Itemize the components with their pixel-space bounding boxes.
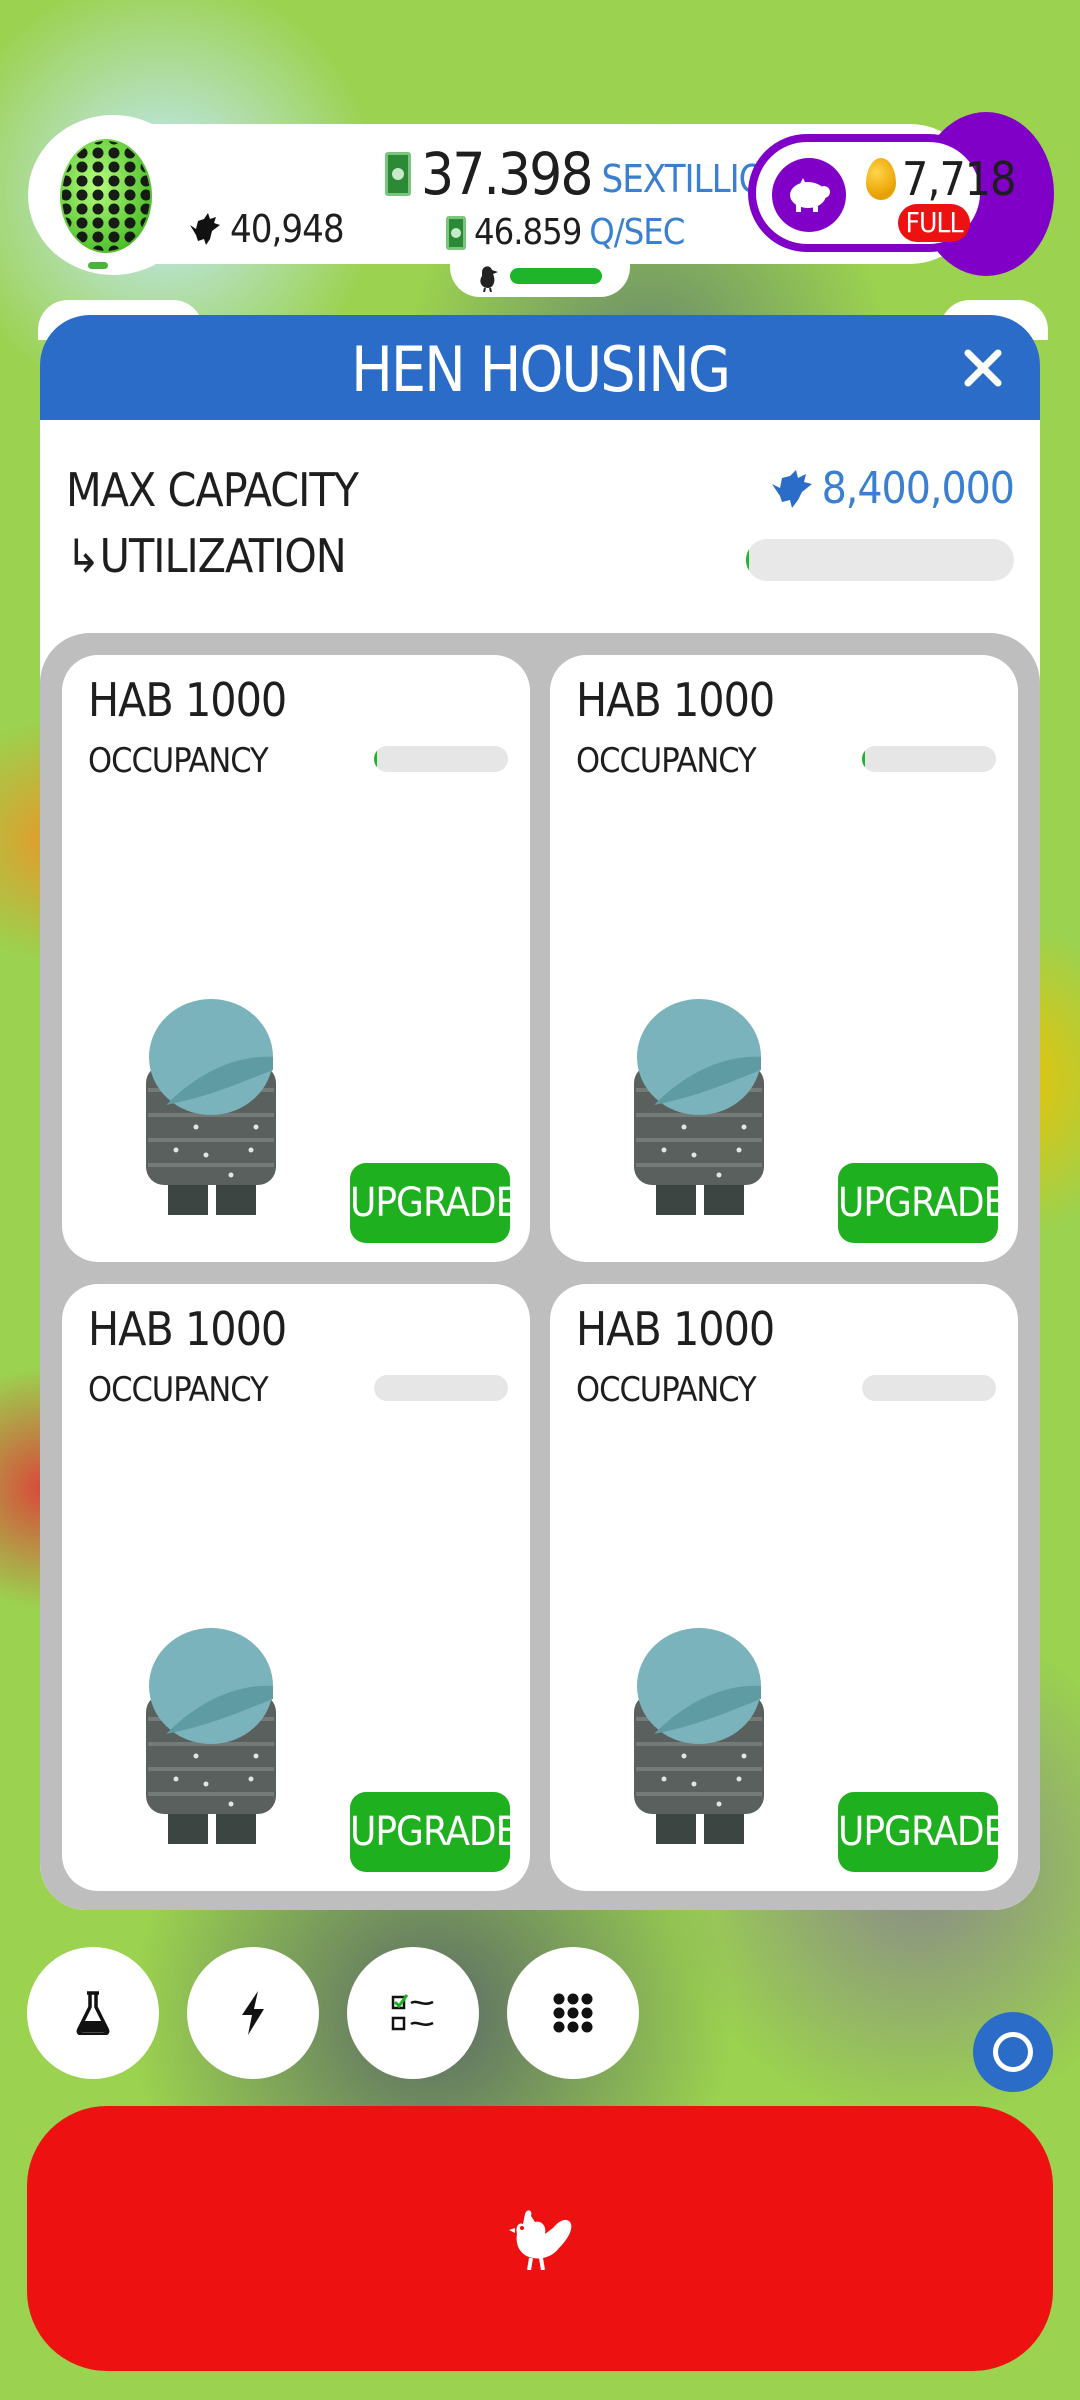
bank-full-badge: FULL — [898, 204, 970, 242]
circle-icon — [993, 2032, 1033, 2072]
hen-housing-dialog: HEN HOUSING MAX CAPACITY 8,400,000 ↳UTIL… — [40, 315, 1040, 1910]
occupancy-label: OCCUPANCY — [576, 1370, 757, 1410]
chicken-count-value: 40,948 — [230, 207, 345, 251]
upgrade-button[interactable]: UPGRADE — [350, 1792, 518, 1872]
occupancy-bar — [862, 1375, 996, 1401]
occupancy-bar — [862, 746, 996, 772]
occupancy-fill — [374, 746, 377, 772]
max-capacity-row: MAX CAPACITY 8,400,000 — [66, 463, 1015, 523]
occupancy-fill — [862, 746, 865, 772]
hab-card: HAB 1000 OCCUPANCY UPGRADE — [550, 1284, 1018, 1891]
occupancy-bar — [374, 746, 508, 772]
golden-egg-count: 7,718 — [866, 152, 1016, 206]
chicken-icon — [509, 2209, 572, 2270]
hab-name: HAB 1000 — [88, 1302, 287, 1356]
hab-card: HAB 1000 OCCUPANCY UPGRADE — [550, 655, 1018, 1262]
upgrade-button[interactable]: UPGRADE — [838, 1792, 1006, 1872]
golden-egg-value: 7,718 — [902, 152, 1016, 206]
utilization-bar — [746, 539, 1014, 581]
chicken-count: 40,948 — [186, 207, 345, 251]
earning-rate: 46.859 Q/SEC — [446, 212, 685, 253]
missions-button[interactable] — [347, 1947, 479, 2079]
hab-card: HAB 1000 OCCUPANCY UPGRADE — [62, 655, 530, 1262]
hab-1000-building-icon — [634, 1628, 764, 1844]
hab-name: HAB 1000 — [576, 673, 775, 727]
utilization-row: ↳UTILIZATION — [66, 529, 1014, 589]
missions-checklist-icon — [391, 1994, 434, 2031]
occupancy-bar — [374, 1375, 508, 1401]
hab-1000-building-icon — [146, 1628, 276, 1844]
boost-lightning-icon — [242, 1991, 264, 2035]
utilization-fill — [746, 539, 749, 581]
hab-name: HAB 1000 — [576, 1302, 775, 1356]
small-chick-icon — [480, 266, 498, 292]
hab-grid: HAB 1000 OCCUPANCY UPGRADE HAB 1000 OCCU… — [40, 633, 1040, 1910]
piggy-bank-icon — [790, 178, 830, 212]
piggy-bank-button[interactable] — [772, 158, 846, 232]
rate-amount: 46.859 — [474, 212, 582, 253]
hab-1000-building-icon — [634, 999, 764, 1215]
golden-egg-icon — [866, 158, 896, 200]
chicken-blue-icon — [771, 469, 812, 508]
upgrade-button[interactable]: UPGRADE — [350, 1163, 518, 1243]
hab-1000-building-icon — [146, 999, 276, 1215]
honeycomb-egg-icon[interactable] — [58, 132, 154, 254]
research-flask-icon — [76, 1991, 110, 2035]
menu-button[interactable] — [507, 1947, 639, 2079]
menu-grid-icon — [553, 1993, 593, 2033]
assistant-button[interactable] — [973, 2012, 1053, 2092]
dialog-header: HEN HOUSING — [40, 315, 1040, 420]
dialog-title: HEN HOUSING — [350, 333, 731, 406]
chicken-silhouette-icon — [190, 213, 220, 245]
cash-amount: 37.398 — [421, 140, 594, 208]
cash-display: 37.398 SEXTILLION — [385, 140, 790, 208]
hatch-progress-bar — [510, 268, 602, 284]
rate-bill-icon — [446, 215, 466, 250]
boosts-button[interactable] — [187, 1947, 319, 2079]
occupancy-label: OCCUPANCY — [576, 741, 757, 781]
utilization-label: ↳UTILIZATION — [66, 529, 347, 583]
upgrade-button[interactable]: UPGRADE — [838, 1163, 1006, 1243]
hab-card: HAB 1000 OCCUPANCY UPGRADE — [62, 1284, 530, 1891]
rate-unit: Q/SEC — [589, 212, 685, 253]
occupancy-label: OCCUPANCY — [88, 1370, 269, 1410]
max-capacity-label: MAX CAPACITY — [66, 463, 359, 517]
hatch-chicken-button[interactable] — [27, 2106, 1053, 2371]
max-capacity-number: 8,400,000 — [821, 463, 1015, 514]
max-capacity-value: 8,400,000 — [770, 463, 1015, 514]
research-button[interactable] — [27, 1947, 159, 2079]
cash-bill-icon — [385, 152, 411, 196]
occupancy-label: OCCUPANCY — [88, 741, 269, 781]
close-icon[interactable] — [960, 345, 1006, 391]
egg-indicator — [88, 262, 108, 269]
hab-name: HAB 1000 — [88, 673, 287, 727]
